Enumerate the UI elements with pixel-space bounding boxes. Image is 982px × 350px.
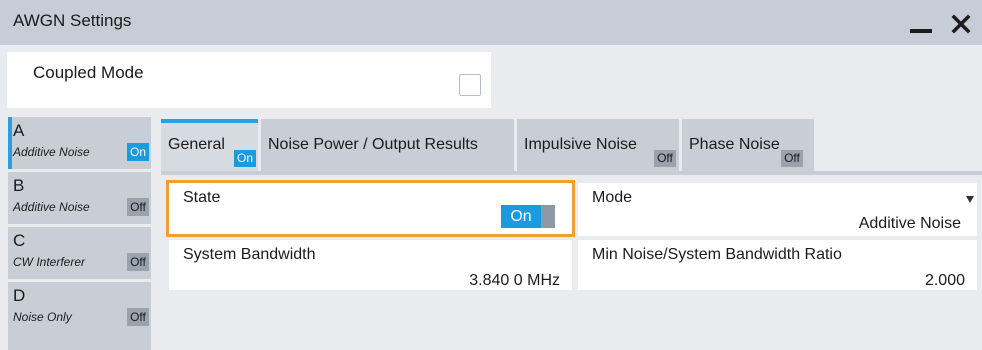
sidebar-item-d[interactable]: D Noise Only Off — [8, 282, 151, 350]
window-title: AWGN Settings — [13, 11, 132, 30]
minimize-icon — [910, 29, 932, 33]
state-field[interactable]: State On — [166, 180, 575, 237]
mode-value: Additive Noise — [858, 215, 961, 232]
system-bandwidth-value: 3.840 0 MHz — [469, 272, 560, 289]
sidebar-item-subtitle: CW Interferer — [13, 255, 86, 269]
coupled-mode-checkbox[interactable] — [459, 74, 481, 96]
selection-accent — [8, 117, 12, 169]
status-badge: Off — [127, 308, 149, 326]
close-button[interactable] — [946, 8, 976, 38]
sidebar-item-c[interactable]: C CW Interferer Off — [8, 227, 151, 279]
tab-label: Impulsive Noise — [524, 136, 637, 153]
status-badge: Off — [127, 253, 149, 271]
sidebar-item-letter: B — [13, 176, 25, 195]
tab-label: Noise Power / Output Results — [268, 136, 478, 153]
sidebar-item-subtitle: Additive Noise — [13, 145, 90, 159]
status-badge: On — [127, 143, 149, 161]
minimize-button[interactable] — [906, 8, 936, 38]
tab-underline — [161, 171, 982, 175]
state-label: State — [183, 189, 221, 206]
state-toggle[interactable]: On — [501, 205, 555, 228]
mode-field[interactable]: Mode Additive Noise — [578, 183, 977, 236]
tab-phase-noise[interactable]: Phase Noise Off — [682, 119, 814, 171]
min-noise-ratio-label: Min Noise/System Bandwidth Ratio — [592, 246, 842, 263]
min-noise-ratio-value: 2.000 — [924, 272, 965, 289]
coupled-mode-panel: Coupled Mode — [7, 52, 491, 108]
coupled-mode-label: Coupled Mode — [33, 63, 144, 82]
tab-active-accent — [161, 119, 258, 123]
sidebar-item-b[interactable]: B Additive Noise Off — [8, 172, 151, 224]
tab-label: Phase Noise — [689, 136, 780, 153]
mode-label: Mode — [592, 189, 633, 206]
tab-label: General — [168, 136, 225, 153]
title-bar: AWGN Settings — [0, 0, 982, 45]
sidebar-item-a[interactable]: A Additive Noise On — [8, 117, 151, 169]
tab-noise-power[interactable]: Noise Power / Output Results — [261, 119, 514, 171]
tab-status-badge: Off — [781, 150, 803, 167]
system-bandwidth-label: System Bandwidth — [183, 246, 316, 263]
sidebar-item-letter: D — [13, 286, 26, 305]
toggle-knob — [541, 205, 555, 228]
tab-status-badge: On — [234, 150, 256, 167]
chevron-down-icon — [966, 196, 974, 203]
sidebar-item-subtitle: Noise Only — [13, 310, 72, 324]
state-toggle-value: On — [501, 205, 541, 228]
min-noise-ratio-field[interactable]: Min Noise/System Bandwidth Ratio 2.000 — [578, 240, 977, 290]
tab-general[interactable]: General On — [161, 119, 258, 171]
system-bandwidth-field[interactable]: System Bandwidth 3.840 0 MHz — [169, 240, 572, 290]
status-badge: Off — [127, 198, 149, 216]
tab-status-badge: Off — [654, 150, 676, 167]
tab-impulsive-noise[interactable]: Impulsive Noise Off — [517, 119, 679, 171]
sidebar-item-letter: C — [13, 231, 26, 250]
close-icon — [951, 14, 971, 34]
sidebar-item-letter: A — [13, 121, 25, 140]
sidebar-item-subtitle: Additive Noise — [13, 200, 90, 214]
